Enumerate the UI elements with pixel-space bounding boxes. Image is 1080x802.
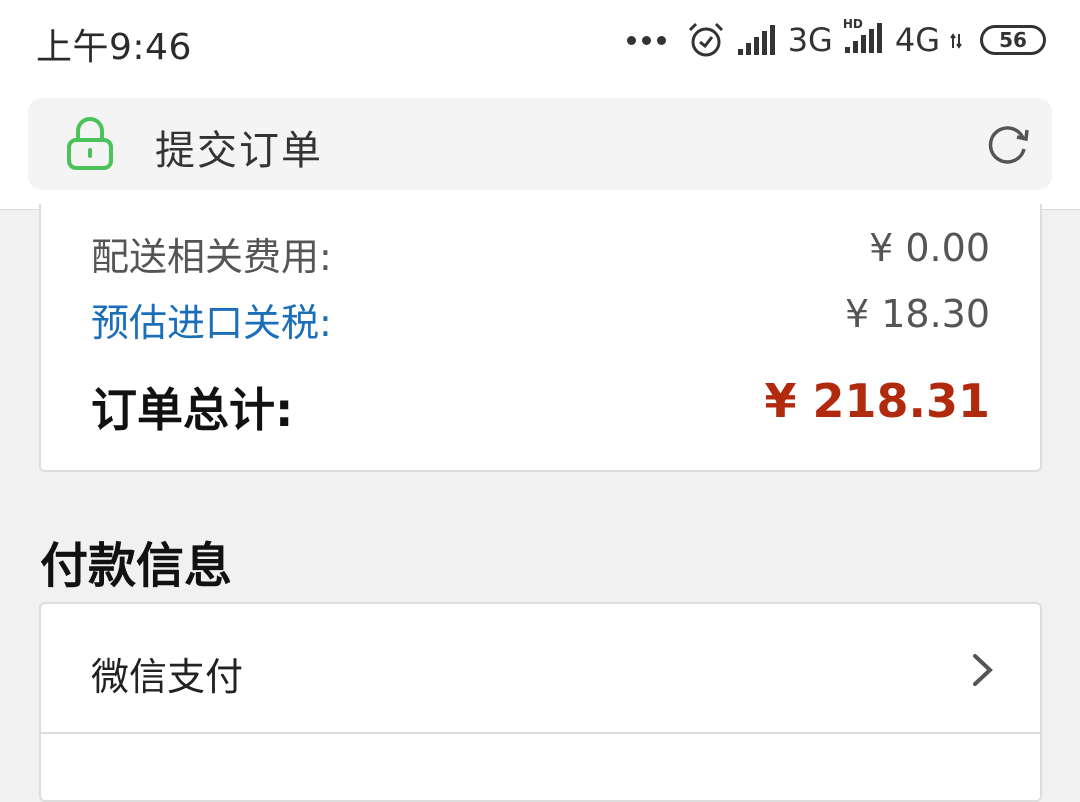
payment-option-label: 微信支付: [91, 655, 244, 699]
shipping-fee-value: ¥ 0.00: [869, 226, 990, 270]
status-bar: 上午9:46 3G HD 4G 56: [0, 0, 1080, 80]
data-arrows-icon: [950, 33, 962, 49]
import-tax-value: ¥ 18.30: [844, 292, 990, 336]
lock-icon: [67, 117, 113, 170]
payment-section-title: 付款信息: [40, 538, 233, 594]
alarm-icon: [688, 22, 723, 57]
import-tax-link[interactable]: 预估进口关税:: [91, 292, 332, 347]
more-dots-icon: [626, 35, 666, 45]
signal-icon: [737, 25, 775, 55]
network-type-label: 3G: [787, 21, 833, 59]
chevron-right-icon: [973, 654, 993, 686]
order-total-label: 订单总计:: [91, 383, 294, 437]
payment-option-wechat[interactable]: 微信支付: [41, 604, 1040, 734]
status-icons: 3G HD 4G 56: [626, 17, 1046, 62]
network-type-label-2: 4G: [894, 21, 940, 59]
status-time: 上午9:46: [36, 27, 192, 68]
reload-icon[interactable]: [982, 119, 1032, 169]
address-bar[interactable]: 提交订单: [28, 98, 1052, 190]
battery-icon: 56: [980, 25, 1046, 55]
shipping-fee-label: 配送相关费用:: [91, 235, 332, 279]
payment-options-card: 微信支付: [39, 602, 1042, 802]
order-total-value: ¥ 218.31: [764, 374, 990, 428]
hd-tag: HD: [842, 17, 863, 31]
hd-signal-icon: HD: [843, 17, 885, 59]
page-title: 提交订单: [155, 128, 323, 174]
order-summary-card: 配送相关费用: ¥ 0.00 预估进口关税: ¥ 18.30 订单总计: ¥ 2…: [39, 204, 1042, 472]
